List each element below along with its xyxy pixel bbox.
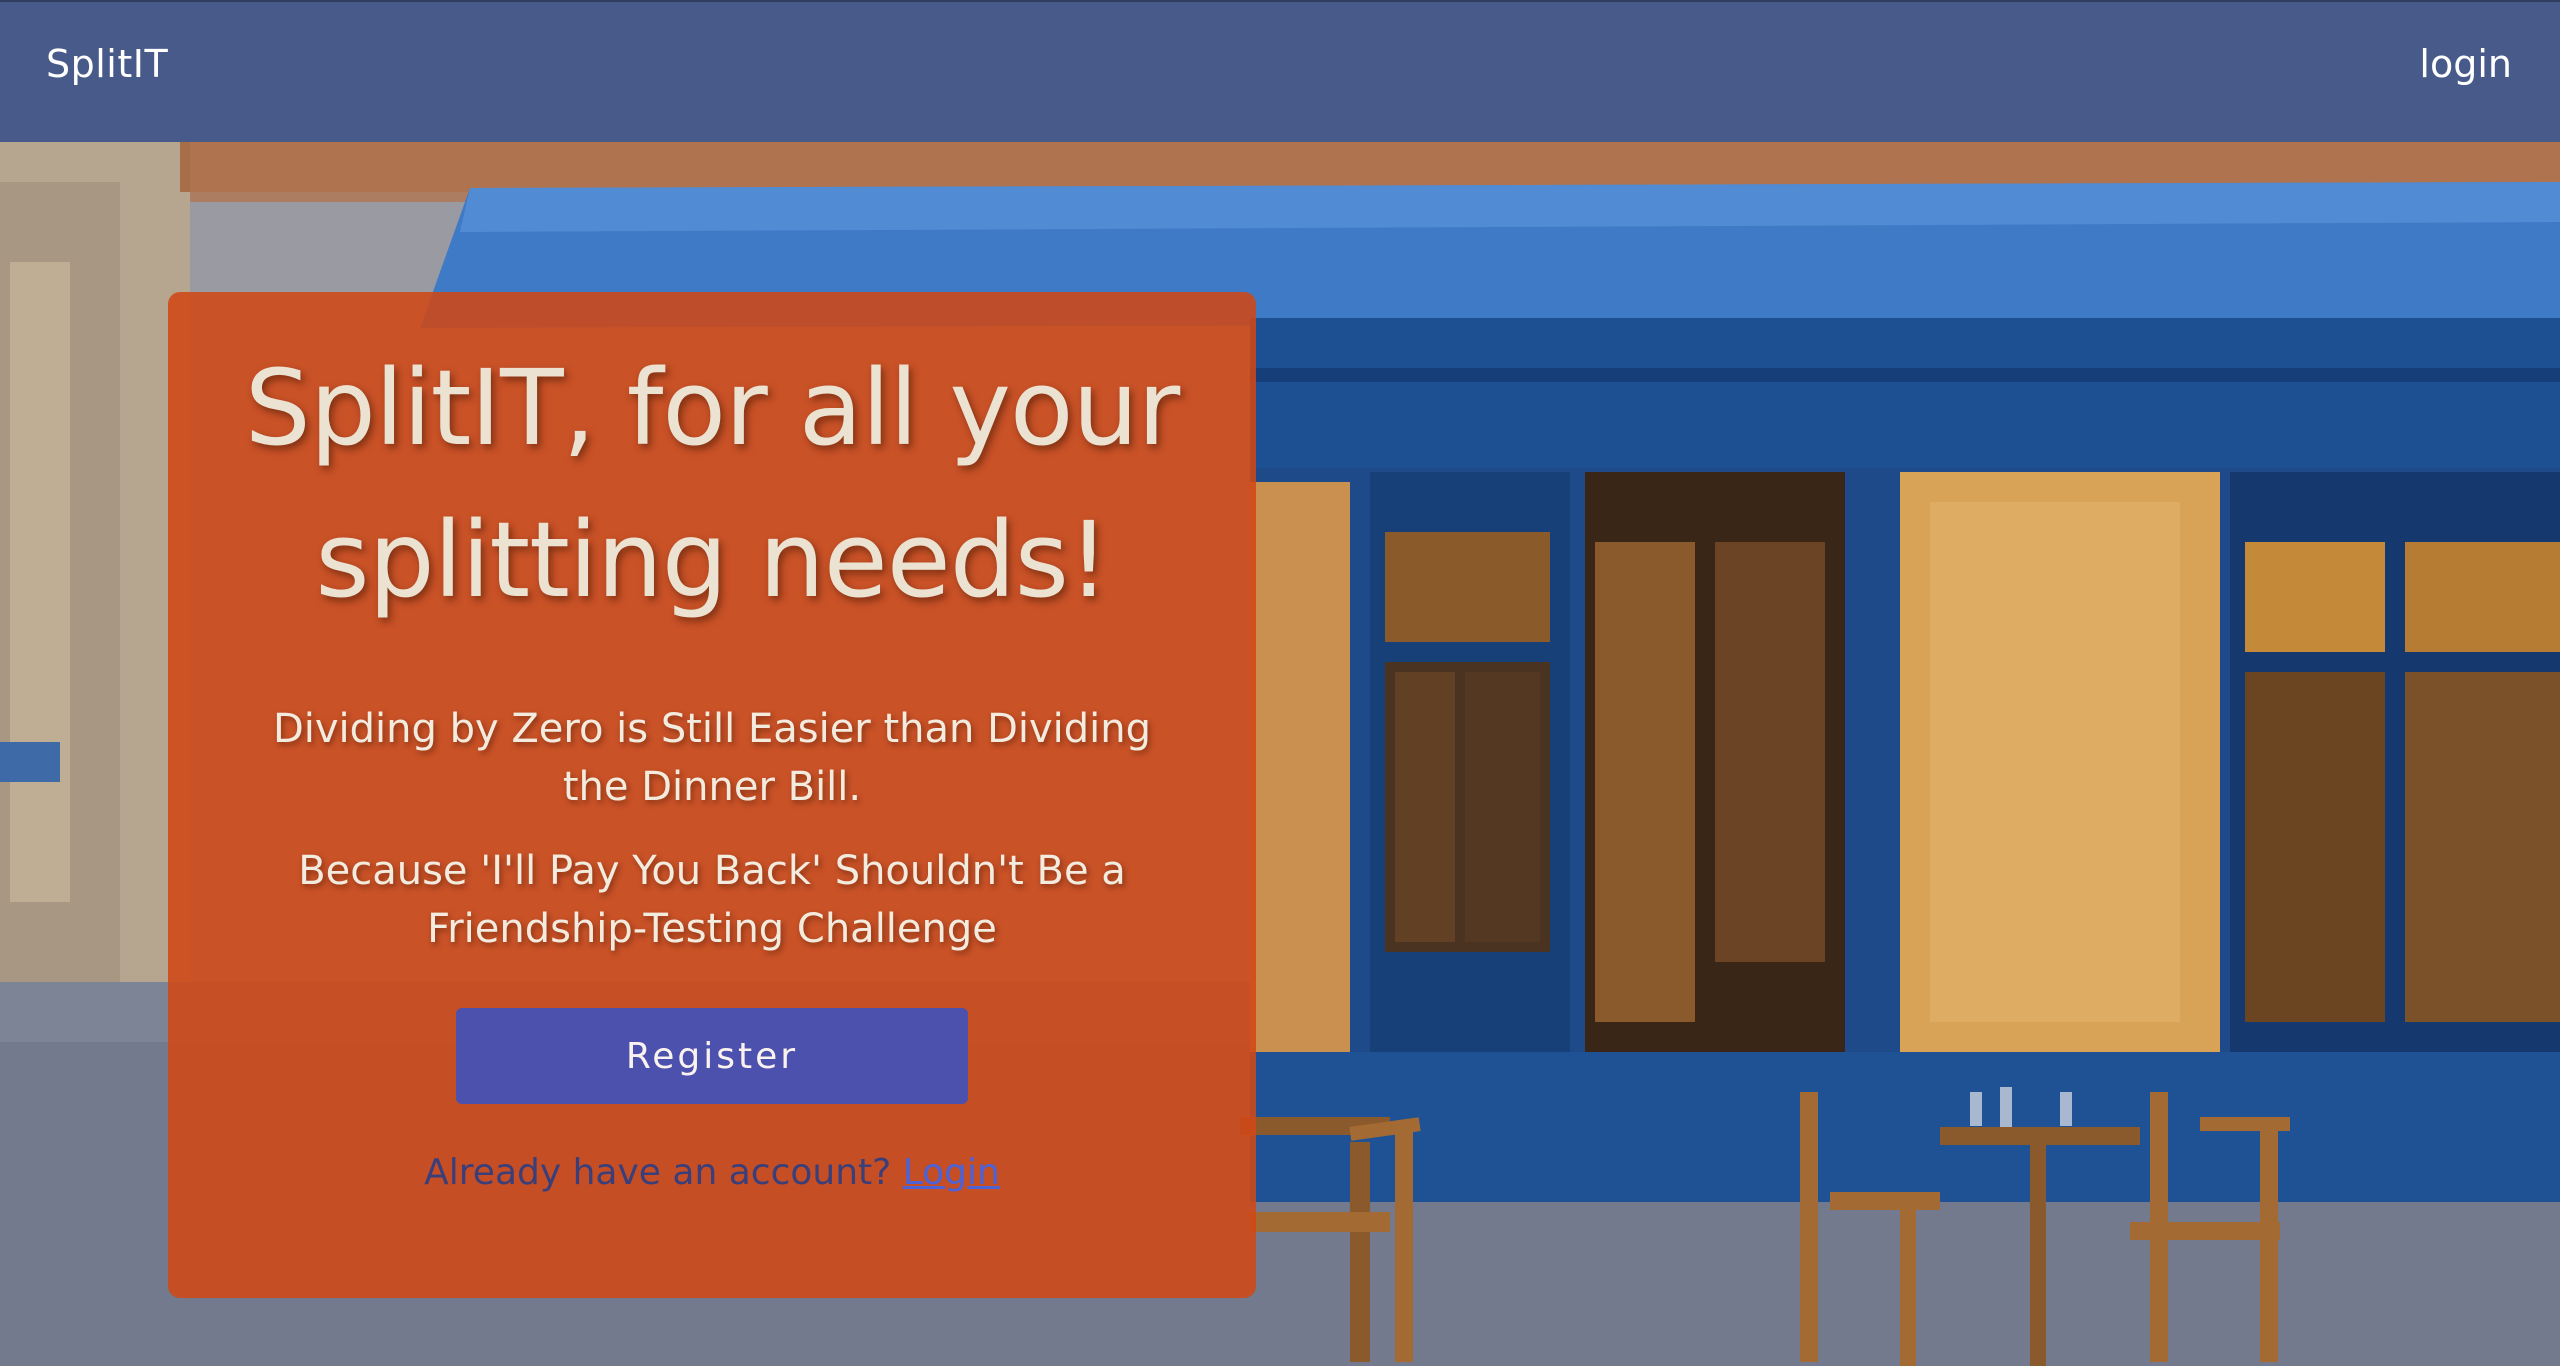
hero-card: SplitIT, for all your splitting needs! D… bbox=[168, 292, 1256, 1298]
login-prompt: Already have an account? Login bbox=[168, 1152, 1256, 1193]
register-button[interactable]: Register bbox=[456, 1008, 968, 1104]
nav-login-link[interactable]: login bbox=[2419, 42, 2512, 86]
login-link[interactable]: Login bbox=[903, 1152, 1000, 1193]
brand-logo-link[interactable]: SplitIT bbox=[46, 42, 168, 86]
hero-tagline-primary: Dividing by Zero is Still Easier than Di… bbox=[272, 706, 1152, 810]
hero-title: SplitIT, for all your splitting needs! bbox=[244, 347, 1180, 621]
top-navbar: SplitIT login bbox=[0, 0, 2560, 142]
login-prompt-text: Already have an account? bbox=[424, 1152, 892, 1193]
hero-tagline-secondary: Because 'I'll Pay You Back' Shouldn't Be… bbox=[298, 848, 1126, 952]
